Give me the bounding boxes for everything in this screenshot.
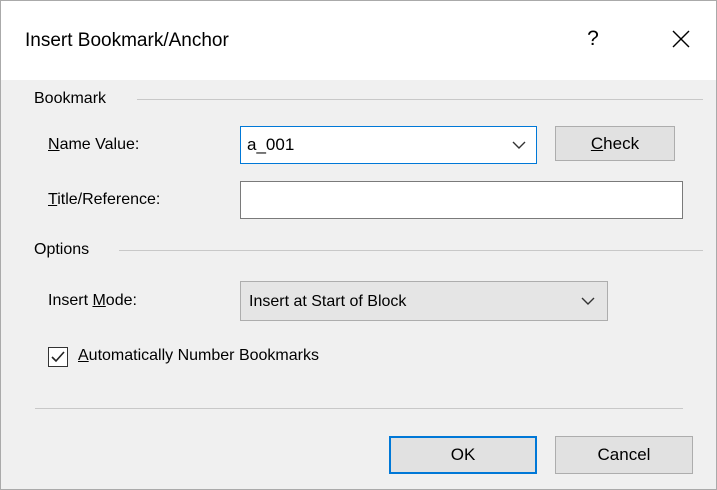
ok-button[interactable]: OK (389, 436, 537, 474)
title-reference-input[interactable] (240, 181, 683, 219)
insert-mode-select[interactable]: Insert at Start of Block (240, 281, 608, 321)
name-value-label-text: ame Value: (59, 136, 140, 153)
name-value-label-mnemonic: N (48, 136, 60, 153)
check-button-label: heck (603, 134, 640, 153)
insert-mode-label-text: ode: (105, 292, 137, 309)
auto-number-checkbox[interactable] (48, 347, 68, 367)
insert-mode-label: Insert Mode: (48, 291, 137, 311)
title-reference-label-text: itle/Reference: (57, 191, 161, 208)
auto-number-label-text: utomatically Number Bookmarks (88, 347, 319, 364)
insert-mode-selected-value: Insert at Start of Block (249, 293, 407, 310)
auto-number-label-mnemonic: A (78, 347, 89, 364)
insert-mode-label-mnemonic: M (92, 292, 106, 309)
dialog-title: Insert Bookmark/Anchor (25, 30, 229, 51)
options-section-divider (119, 250, 703, 251)
auto-number-label[interactable]: Automatically Number Bookmarks (78, 346, 319, 366)
bookmark-section-divider (137, 99, 703, 100)
bookmark-section-label: Bookmark (34, 90, 107, 107)
cancel-button[interactable]: Cancel (555, 436, 693, 474)
chevron-down-icon[interactable] (512, 141, 526, 150)
title-reference-label: Title/Reference: (48, 190, 160, 210)
title-bar: Insert Bookmark/Anchor ? (1, 1, 716, 80)
title-reference-label-mnemonic: T (48, 191, 58, 208)
name-value-label: Name Value: (48, 135, 139, 155)
close-button[interactable] (659, 21, 703, 57)
options-section-label: Options (34, 241, 90, 258)
name-value-input[interactable]: a_001 (247, 135, 294, 155)
help-button[interactable]: ? (573, 21, 613, 57)
check-button-mnemonic: C (590, 134, 604, 153)
insert-bookmark-dialog: Insert Bookmark/Anchor ? Bookmark Name V… (0, 0, 717, 490)
insert-mode-label-prefix: Insert (48, 292, 93, 309)
chevron-down-icon (581, 297, 595, 305)
close-icon (672, 30, 690, 48)
checkmark-icon (51, 351, 65, 363)
name-value-combobox[interactable]: a_001 (240, 126, 537, 164)
footer-divider (35, 408, 683, 409)
check-button[interactable]: Check (555, 126, 675, 161)
help-icon: ? (587, 27, 599, 50)
